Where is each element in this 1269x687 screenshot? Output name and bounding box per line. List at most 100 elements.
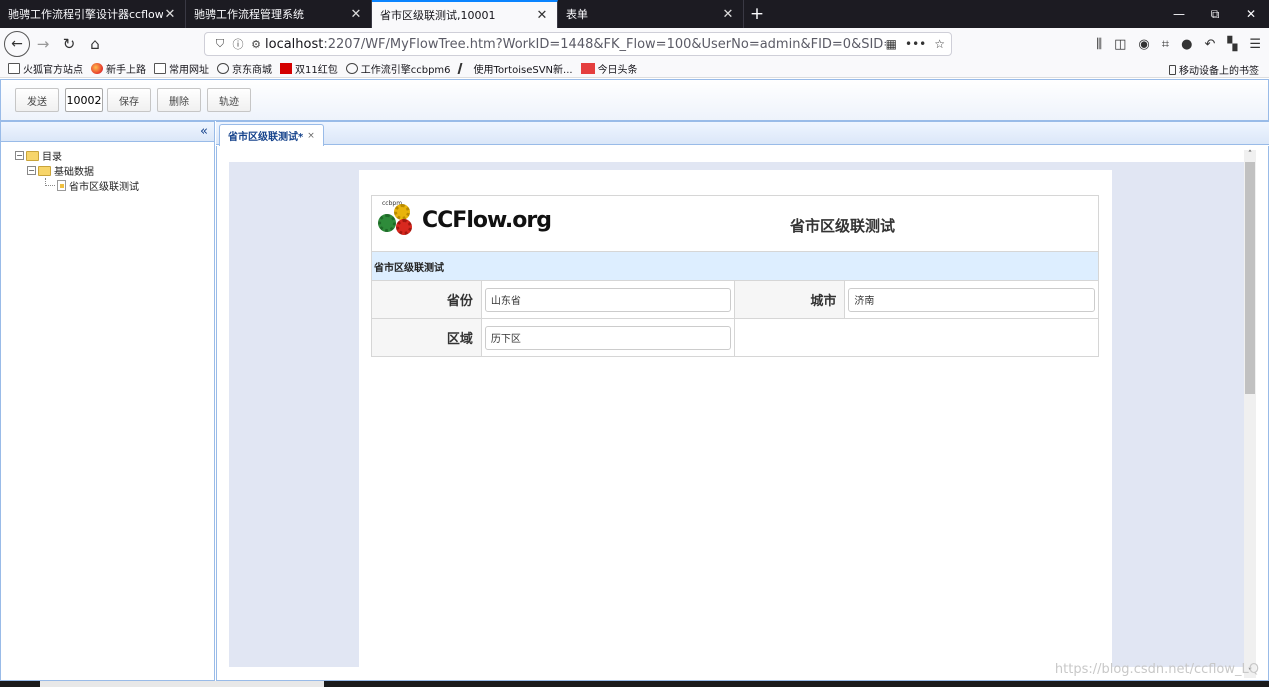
window-close-icon[interactable]: ✕ [1233, 0, 1269, 28]
bookmark-item[interactable]: 京东商城 [217, 61, 272, 76]
browser-tab-title: 驰骋工作流程管理系统 [194, 8, 304, 21]
close-tab-icon[interactable]: ✕ [349, 7, 363, 22]
bookmark-label: 双11红包 [295, 65, 338, 76]
browser-tab-title: 表单 [566, 8, 588, 21]
tree-node-leaf[interactable]: 省市区级联测试 [15, 178, 214, 193]
close-tab-icon[interactable]: ✕ [721, 7, 735, 22]
close-tab-icon[interactable]: ✕ [535, 8, 549, 23]
city-select[interactable]: 济南 [848, 287, 1095, 312]
content-area: ccbpm CCFlow.org 省市区级联测试 省市区级联测试 省份 山东省 [216, 146, 1269, 681]
bookmark-label: 火狐官方站点 [23, 65, 83, 76]
delete-button[interactable]: 删除 [157, 88, 201, 112]
bookmark-label: 新手上路 [106, 65, 146, 76]
forward-arrow-icon[interactable]: → [30, 31, 56, 57]
scrollbar-thumb[interactable] [1245, 162, 1255, 394]
browser-tab-active[interactable]: 省市区级联测试,10001 ✕ [372, 0, 558, 28]
node-number-badge: 10002 [65, 88, 103, 112]
close-tab-icon[interactable]: ✕ [163, 7, 177, 22]
folder-open-icon [26, 150, 39, 161]
folder-icon [8, 63, 20, 74]
permissions-icon[interactable]: ⚙ [247, 38, 265, 51]
globe-icon [217, 63, 229, 74]
tree-node-label: 省市区级联测试 [69, 182, 139, 193]
bookmark-star-icon[interactable]: ☆ [934, 37, 945, 51]
province-select[interactable]: 山东省 [484, 287, 732, 312]
district-cell: 历下区 [480, 318, 736, 357]
bookmark-label: 今日头条 [597, 65, 638, 76]
undo-icon[interactable]: ↶ [1204, 37, 1215, 52]
info-icon[interactable]: ⓘ [229, 36, 247, 52]
new-tab-button[interactable]: + [744, 0, 770, 28]
browser-tab-strip: 驰骋工作流程引擎设计器ccflow6 ✕ 驰骋工作流程管理系统 ✕ 省市区级联测… [0, 0, 1269, 28]
back-arrow-icon[interactable]: ← [4, 31, 30, 57]
scroll-up-icon[interactable]: ˄ [1244, 150, 1256, 160]
sidebar-icon[interactable]: ◫ [1114, 37, 1126, 52]
vertical-scrollbar[interactable]: ˄ ˅ [1244, 150, 1256, 678]
form-tree: − 目录 − 基础数据 省市区级联测试 [1, 142, 214, 193]
watermark: https://blog.csdn.net/ccflow_LQ [1054, 662, 1259, 677]
tmall-icon [280, 63, 292, 74]
minimize-icon[interactable]: — [1161, 0, 1197, 28]
bookmark-item[interactable]: 使用TortoiseSVN新... [457, 61, 573, 76]
browser-tab-title: 省市区级联测试,10001 [380, 9, 496, 22]
firefox-icon [91, 63, 103, 74]
mobile-bookmarks-label: 移动设备上的书签 [1179, 66, 1259, 77]
tree-node-root[interactable]: − 目录 [15, 148, 214, 163]
tree-connector [45, 178, 55, 186]
collapse-panel-icon[interactable]: « [200, 124, 208, 139]
content-tab-bar: 省市区级联测试* × [216, 121, 1269, 146]
toutiao-icon [580, 63, 595, 74]
save-button[interactable]: 保存 [107, 88, 151, 112]
restore-icon[interactable]: ⧉ [1197, 0, 1233, 28]
more-actions-icon[interactable]: ••• [905, 37, 926, 51]
close-tab-icon[interactable]: × [307, 131, 315, 141]
browser-tab[interactable]: 表单 ✕ [558, 0, 744, 28]
reload-icon[interactable]: ↻ [56, 31, 82, 57]
account-icon[interactable]: ◉ [1138, 37, 1149, 52]
ccflow-logo: ccbpm CCFlow.org [376, 200, 552, 238]
screenshot-icon[interactable]: ⌗ [1162, 37, 1169, 52]
form-background: ccbpm CCFlow.org 省市区级联测试 省市区级联测试 省份 山东省 [229, 162, 1244, 667]
menu-icon[interactable]: ☰ [1249, 37, 1261, 52]
taskbar [0, 681, 1269, 687]
tree-node-folder[interactable]: − 基础数据 [15, 163, 214, 178]
logo-text: CCFlow.org [422, 207, 552, 233]
mobile-bookmarks[interactable]: 移动设备上的书签 [1169, 62, 1259, 77]
bookmark-item[interactable]: 新手上路 [91, 61, 146, 76]
browser-tab[interactable]: 驰骋工作流程管理系统 ✕ [186, 0, 372, 28]
bookmark-item[interactable]: 双11红包 [280, 61, 338, 76]
browser-tab[interactable]: 驰骋工作流程引擎设计器ccflow6 ✕ [0, 0, 186, 28]
tab-form[interactable]: 省市区级联测试* × [219, 124, 324, 146]
shield-icon[interactable]: ⛉ [211, 37, 229, 51]
browser-navbar: ← → ↻ ⌂ ⛉ ⓘ ⚙ localhost :2207/WF/MyFlowT… [0, 28, 1269, 60]
bookmark-item[interactable]: 常用网址 [154, 61, 209, 76]
district-select[interactable]: 历下区 [484, 325, 732, 350]
bookmarks-bar: 火狐官方站点 新手上路 常用网址 京东商城 双11红包 工作流引擎ccbpm6 … [0, 60, 1269, 78]
extensions-icon[interactable]: ▚ [1227, 37, 1237, 52]
send-button[interactable]: 发送 [15, 88, 59, 112]
qr-code-icon[interactable]: ▦ [886, 37, 897, 51]
city-label: 城市 [734, 280, 846, 319]
library-icon[interactable]: ⫼ [1096, 37, 1102, 52]
empty-cell [734, 318, 1099, 357]
address-bar[interactable]: ⛉ ⓘ ⚙ localhost :2207/WF/MyFlowTree.htm?… [204, 32, 952, 56]
bookmark-item[interactable]: 今日头条 [580, 61, 638, 76]
tree-node-label: 基础数据 [54, 167, 94, 178]
chat-icon[interactable]: ● [1181, 37, 1192, 52]
bookmark-label: 京东商城 [232, 65, 272, 76]
expand-toggle-icon[interactable]: − [15, 151, 24, 160]
folder-open-icon [38, 165, 51, 176]
district-label: 区域 [371, 318, 482, 357]
bookmark-item[interactable]: 工作流引擎ccbpm6 [345, 61, 451, 76]
form-title: 省市区级联测试 [790, 217, 896, 235]
mobile-device-icon [1169, 64, 1176, 75]
url-path: :2207/WF/MyFlowTree.htm?WorkID=1448&FK_F… [323, 36, 886, 52]
track-button[interactable]: 轨迹 [207, 88, 251, 112]
bookmark-item[interactable]: 火狐官方站点 [8, 61, 83, 76]
bookmark-label: 使用TortoiseSVN新... [473, 65, 573, 76]
home-icon[interactable]: ⌂ [82, 31, 108, 57]
tree-panel: « − 目录 − 基础数据 省市区级联测试 [0, 121, 215, 681]
expand-toggle-icon[interactable]: − [27, 166, 36, 175]
city-cell: 济南 [844, 280, 1099, 319]
section-header: 省市区级联测试 [371, 251, 1099, 281]
